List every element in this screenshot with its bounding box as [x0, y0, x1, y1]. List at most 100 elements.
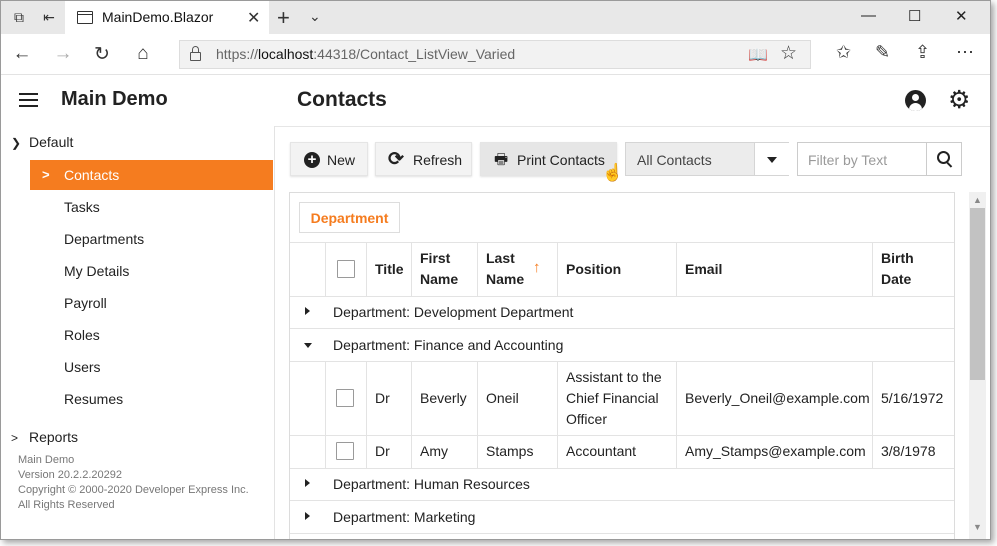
sidebar-item-payroll[interactable]: Payroll [30, 288, 273, 318]
page-icon [77, 11, 93, 24]
expand-triangle-icon[interactable] [305, 479, 310, 487]
cell-title: Dr [366, 436, 411, 468]
sidebar-item-resumes[interactable]: Resumes [30, 384, 273, 414]
favorite-star-icon[interactable]: ☆ [780, 42, 797, 65]
chevron-down-icon: ❯ [11, 136, 22, 150]
cell-first-name: Amy [411, 436, 477, 468]
row-select-cell [325, 436, 366, 468]
user-icon[interactable] [905, 90, 926, 111]
select-all-checkbox[interactable] [337, 260, 355, 278]
sidebar-item-roles[interactable]: Roles [30, 320, 273, 350]
cell-last-name: Stamps [477, 436, 557, 468]
sidebar-item-departments[interactable]: Departments [30, 224, 273, 254]
printer-icon: 🖶 [494, 151, 509, 168]
forward-button[interactable]: → [52, 43, 74, 65]
lock-icon [190, 46, 201, 61]
scrollbar-thumb[interactable] [970, 208, 985, 380]
sidebar: ❯ Default > Contacts Tasks Departments My … [1, 126, 275, 539]
vertical-scrollbar[interactable]: ▲ ▼ [969, 192, 986, 539]
grid-header: Title First Name Last Name ↑ Position Em… [290, 242, 954, 297]
reading-view-icon[interactable]: 📖 [748, 45, 768, 65]
select-all-cell [325, 243, 366, 296]
sidebar-item-my-details[interactable]: My Details [30, 256, 273, 286]
group-panel-department[interactable]: Department [299, 202, 400, 233]
app-name: Main Demo [61, 88, 168, 110]
row-checkbox[interactable] [336, 442, 354, 460]
column-header-last-name[interactable]: Last Name ↑ [477, 243, 557, 296]
column-header-position[interactable]: Position [557, 243, 676, 296]
pen-icon[interactable]: ✎ [875, 42, 890, 63]
address-bar-row: ← → ↻ ⌂ https://localhost:44318/Contact_… [1, 34, 990, 75]
refresh-icon: ⟳ [388, 149, 404, 170]
search-input[interactable]: Filter by Text [808, 152, 887, 168]
scroll-up-icon[interactable]: ▲ [973, 195, 982, 205]
home-button[interactable]: ⌂ [132, 43, 154, 65]
group-row-development[interactable]: Department: Development Department [290, 296, 954, 329]
minimize-button[interactable]: — [861, 7, 876, 24]
tab-close-icon[interactable]: ✕ [247, 8, 260, 28]
column-header-title[interactable]: Title [366, 243, 411, 296]
sidebar-item-users[interactable]: Users [30, 352, 273, 382]
expand-triangle-icon[interactable] [305, 307, 310, 315]
group-row-human-resources[interactable]: Department: Human Resources [290, 468, 954, 501]
expand-triangle-icon[interactable] [305, 512, 310, 520]
tab-list-chevron-icon[interactable]: ⌄ [309, 8, 321, 25]
app-header: Main Demo Contacts ⚙ [1, 75, 990, 127]
contacts-grid: Department Title First Name Last Name ↑ … [289, 192, 955, 539]
new-button[interactable]: + New [290, 142, 368, 176]
group-row-marketing[interactable]: Department: Marketing [290, 501, 954, 534]
page-title: Contacts [297, 88, 387, 111]
set-aside-tabs-icon[interactable]: ⇤ [41, 9, 57, 25]
search-icon [937, 151, 950, 164]
maximize-button[interactable]: ☐ [908, 7, 921, 25]
chevron-right-icon: > [42, 167, 50, 182]
cell-birth-date: 3/8/1978 [872, 436, 954, 468]
close-window-button[interactable]: ✕ [955, 7, 968, 25]
url-field[interactable]: https://localhost:44318/Contact_ListView… [179, 40, 811, 69]
hand-cursor-icon: ☝ [602, 163, 624, 182]
contacts-filter-select[interactable]: All Contacts [625, 142, 789, 176]
new-tab-button[interactable]: + [277, 5, 290, 31]
column-header-email[interactable]: Email [676, 243, 872, 296]
scroll-down-icon[interactable]: ▼ [973, 522, 982, 532]
table-row[interactable]: Dr Beverly Oneil Assistant to the Chief … [290, 362, 954, 436]
cell-birth-date: 5/16/1972 [872, 362, 954, 435]
table-row[interactable]: Dr Amy Stamps Accountant Amy_Stamps@exam… [290, 436, 954, 469]
back-button[interactable]: ← [11, 43, 33, 65]
menu-hamburger-icon[interactable] [19, 93, 38, 107]
cell-email: Beverly_Oneil@example.com [676, 362, 872, 435]
cell-last-name: Oneil [477, 362, 557, 435]
column-header-birth-date[interactable]: Birth Date [872, 243, 954, 296]
sidebar-footer: Main Demo Version 20.2.2.20292 Copyright… [18, 454, 249, 511]
browser-window: ⧉ ⇤ MainDemo.Blazor ✕ + ⌄ — ☐ ✕ ← → ↻ ⌂ … [0, 0, 991, 540]
share-icon[interactable]: ⇪ [915, 42, 930, 63]
tab-title: MainDemo.Blazor [102, 9, 214, 25]
refresh-button[interactable]: ⟳ Refresh [375, 142, 472, 176]
chevron-right-icon: > [11, 431, 19, 445]
cell-first-name: Beverly [411, 362, 477, 435]
chevron-down-icon[interactable] [754, 143, 789, 175]
print-contacts-button[interactable]: 🖶 Print Contacts [480, 142, 617, 176]
browser-tab-bar: ⧉ ⇤ MainDemo.Blazor ✕ + ⌄ — ☐ ✕ [1, 1, 990, 34]
collapse-triangle-icon[interactable] [304, 343, 312, 348]
cell-position: Assistant to the Chief Financial Officer [557, 362, 676, 435]
browser-tab[interactable]: MainDemo.Blazor ✕ [65, 1, 269, 34]
search-button[interactable] [926, 143, 962, 175]
cell-position: Accountant [557, 436, 676, 468]
sidebar-item-tasks[interactable]: Tasks [30, 192, 273, 222]
search-field: Filter by Text [797, 142, 962, 176]
sidebar-item-contacts[interactable]: > Contacts [30, 160, 273, 190]
url-text: https://localhost:44318/Contact_ListView… [216, 46, 516, 62]
nav-group-default[interactable]: ❯ Default [11, 134, 73, 150]
gear-icon[interactable]: ⚙ [948, 85, 970, 115]
column-header-first-name[interactable]: First Name [411, 243, 477, 296]
nav-group-reports[interactable]: > Reports [11, 429, 78, 445]
cell-title: Dr [366, 362, 411, 435]
tab-actions-icon[interactable]: ⧉ [11, 9, 27, 25]
refresh-browser-button[interactable]: ↻ [91, 43, 113, 66]
favorites-icon[interactable]: ✩ [836, 42, 851, 63]
group-row-finance[interactable]: Department: Finance and Accounting [290, 329, 954, 362]
more-icon[interactable]: ⋯ [956, 42, 974, 63]
row-checkbox[interactable] [336, 389, 354, 407]
sort-ascending-icon: ↑ [533, 259, 541, 276]
